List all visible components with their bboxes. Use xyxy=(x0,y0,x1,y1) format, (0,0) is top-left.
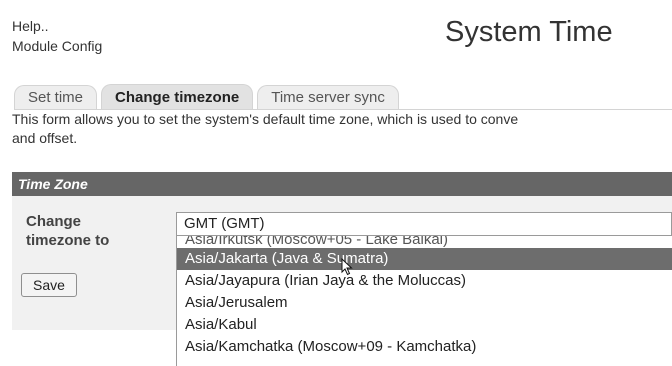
top-links: Help.. Module Config xyxy=(12,16,102,56)
timezone-select[interactable]: GMT (GMT) xyxy=(176,212,672,236)
timezone-option[interactable]: Asia/Irkutsk (Moscow+05 - Lake Baikal) xyxy=(177,236,672,248)
save-button[interactable]: Save xyxy=(21,273,77,297)
form-description: This form allows you to set the system's… xyxy=(12,110,672,148)
module-config-link[interactable]: Module Config xyxy=(12,36,102,56)
timezone-option-highlighted[interactable]: Asia/Jakarta (Java & Sumatra) xyxy=(177,248,672,270)
change-label-line-1: Change xyxy=(26,213,82,230)
mouse-cursor-icon xyxy=(341,258,353,276)
description-line-1: This form allows you to set the system's… xyxy=(12,111,519,127)
change-timezone-label: Change timezone to xyxy=(26,212,109,250)
tab-set-time[interactable]: Set time xyxy=(14,85,98,110)
tab-bar: Set time Change timezone Time server syn… xyxy=(14,84,403,110)
timezone-option[interactable]: Asia/Jerusalem xyxy=(177,292,672,314)
timezone-option[interactable]: Asia/Kabul xyxy=(177,314,672,336)
page-title: System Time xyxy=(445,16,613,48)
timezone-option[interactable]: Asia/Kamchatka (Moscow+09 - Kamchatka) xyxy=(177,336,672,358)
change-label-line-2: timezone to xyxy=(26,232,110,249)
timezone-dropdown-list[interactable]: Asia/Irkutsk (Moscow+05 - Lake Baikal) A… xyxy=(176,236,672,366)
timezone-section-header: Time Zone xyxy=(12,172,672,196)
tab-time-server-sync[interactable]: Time server sync xyxy=(257,85,399,110)
description-line-2: and offset. xyxy=(12,130,78,146)
timezone-option[interactable]: Asia/Jayapura (Irian Jaya & the Moluccas… xyxy=(177,270,672,292)
help-link[interactable]: Help.. xyxy=(12,16,102,36)
tab-change-timezone[interactable]: Change timezone xyxy=(101,84,254,110)
